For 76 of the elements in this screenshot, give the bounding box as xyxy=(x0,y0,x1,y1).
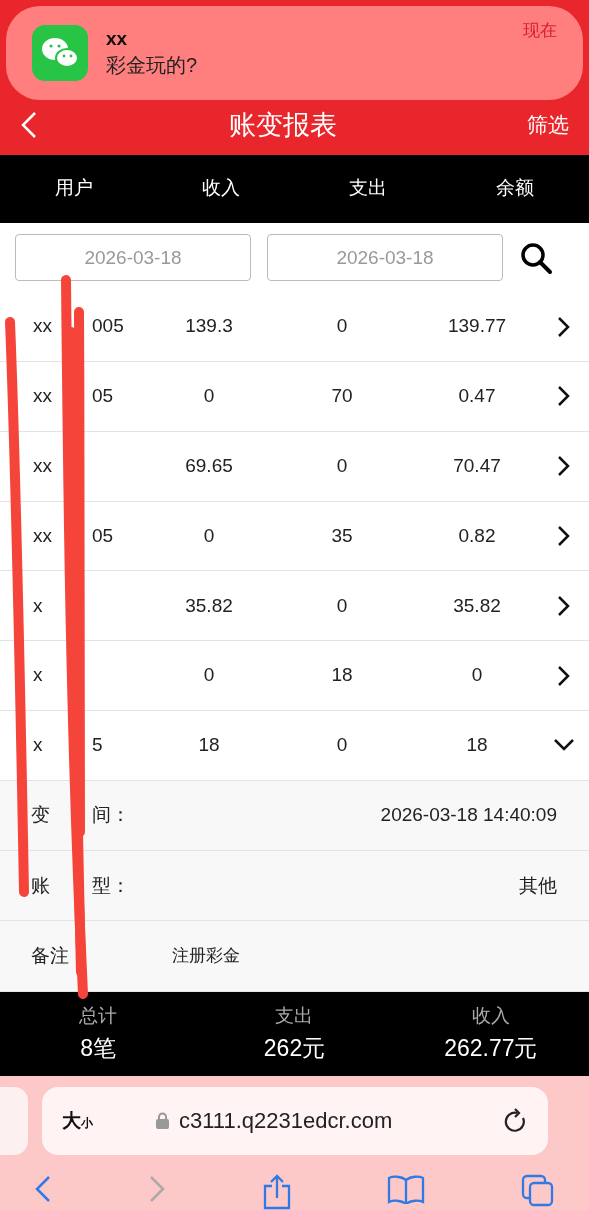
table-cell-text: 005 xyxy=(92,314,124,339)
table-cell-text: xx xyxy=(33,314,52,339)
table-cell-text: 35 xyxy=(330,523,354,548)
table-cell-text: 139.3 xyxy=(184,314,234,339)
table-cell-text: 05 xyxy=(92,523,114,548)
text-size-label: 小 xyxy=(81,1115,93,1132)
back-icon[interactable] xyxy=(34,1173,52,1204)
detail-label: 型： xyxy=(92,873,130,898)
url-text: c3111.q2231edcr.com xyxy=(179,1107,393,1136)
table-cell-text: 139.77 xyxy=(446,314,508,339)
table-cell-text: 0 xyxy=(202,523,216,548)
notification-banner[interactable]: xx 彩金玩的? 现在 xyxy=(6,6,583,100)
table-cell-text: 05 xyxy=(92,384,114,409)
table-cell-text: 0.47 xyxy=(457,384,497,409)
notification-message: 彩金玩的? xyxy=(106,53,199,78)
detail-value: 2026-03-18 14:40:09 xyxy=(380,803,557,828)
chevron-right-icon[interactable] xyxy=(556,594,571,617)
table-cell-text: 70.47 xyxy=(452,453,502,478)
detail-label: 账 xyxy=(31,873,50,898)
table-cell-text: xx xyxy=(33,384,52,409)
column-header: 支出 xyxy=(348,176,389,201)
table-cell-text: x xyxy=(33,593,43,618)
detail-label: 变 xyxy=(31,803,50,828)
table-cell-text: 0 xyxy=(335,314,349,339)
table-cell-text: 0 xyxy=(335,733,349,758)
page-title: 账变报表 xyxy=(227,108,338,142)
chevron-right-icon[interactable] xyxy=(556,525,571,547)
detail-value: 注册彩金 xyxy=(172,945,240,968)
table-cell-text: 69.65 xyxy=(184,453,234,478)
table-cell-text: 35.82 xyxy=(184,593,234,618)
column-header: 用户 xyxy=(53,176,94,201)
table-cell-text: 18 xyxy=(330,663,354,688)
share-icon[interactable] xyxy=(261,1173,292,1210)
chevron-right-icon[interactable] xyxy=(556,315,571,338)
table-cell-text: 18 xyxy=(197,733,221,758)
table-cell-text: x xyxy=(33,733,43,758)
detail-value: 其他 xyxy=(519,873,557,898)
notification-title: xx xyxy=(106,27,129,51)
back-icon[interactable] xyxy=(20,111,38,139)
table-cell-text: 0 xyxy=(202,663,216,688)
total-value: 262.77元 xyxy=(444,1033,538,1063)
chevron-right-icon[interactable] xyxy=(556,664,571,687)
chat-bubbles-icon xyxy=(32,25,88,81)
total-label: 总计 xyxy=(79,1004,118,1029)
notification-time: 现在 xyxy=(523,20,557,42)
chevron-right-icon[interactable] xyxy=(556,455,571,478)
total-label: 收入 xyxy=(471,1004,510,1029)
lock-icon xyxy=(156,1112,169,1130)
table-cell-text: 70 xyxy=(330,384,354,409)
table-cell-text: 18 xyxy=(465,733,489,758)
table-cell-text: x xyxy=(33,663,43,688)
total-label: 支出 xyxy=(275,1004,314,1029)
table-cell-text: 35.82 xyxy=(452,593,502,618)
table-cell-text: 0.82 xyxy=(457,523,497,548)
total-value: 262元 xyxy=(263,1033,326,1063)
chevron-down-icon[interactable] xyxy=(552,738,575,753)
tabs-icon[interactable] xyxy=(521,1173,555,1208)
table-cell-text: 0 xyxy=(335,453,349,478)
table-cell-text: 0 xyxy=(470,663,484,688)
table-cell-text: xx xyxy=(33,453,52,478)
column-header: 余额 xyxy=(495,176,536,201)
total-value: 8笔 xyxy=(80,1033,117,1063)
reload-icon[interactable] xyxy=(504,1107,528,1134)
search-icon[interactable] xyxy=(519,240,553,275)
filter-button[interactable]: 筛选 xyxy=(527,109,569,141)
text-size-label: 大 xyxy=(62,1108,81,1133)
detail-label: 备注 xyxy=(31,943,69,968)
book-icon[interactable] xyxy=(387,1173,426,1204)
table-cell-text: xx xyxy=(33,523,52,548)
table-cell-text: 5 xyxy=(92,733,103,758)
chevron-right-icon[interactable] xyxy=(556,385,571,408)
detail-label: 间： xyxy=(92,803,130,828)
column-header: 收入 xyxy=(200,176,241,201)
address-bar[interactable]: 大小 c3111.q2231edcr.com xyxy=(42,1086,548,1155)
table-cell-text: 0 xyxy=(335,593,349,618)
table-cell-text: 0 xyxy=(202,384,216,409)
